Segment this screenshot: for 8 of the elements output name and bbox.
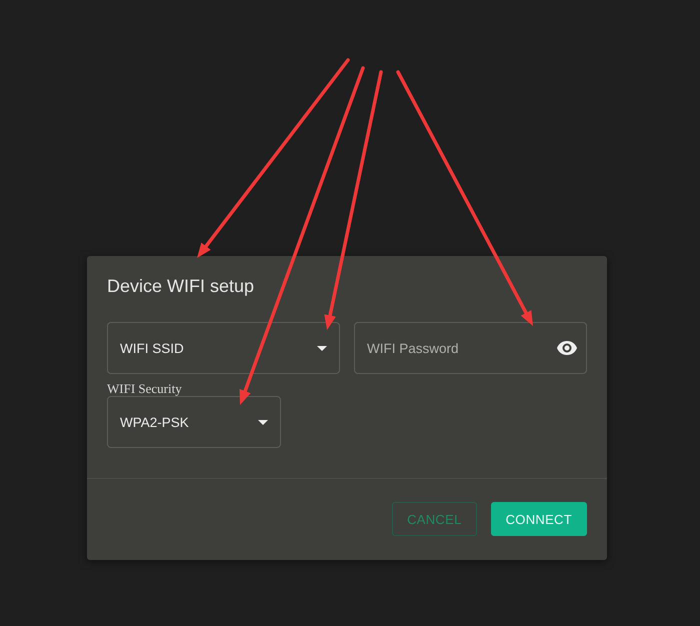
dropdown-caret-icon [258, 420, 268, 424]
eye-icon[interactable] [557, 341, 577, 355]
dialog-title: Device WIFI setup [107, 275, 256, 298]
security-label: WIFI Security [107, 381, 183, 396]
password-field[interactable]: WIFI Password [354, 322, 587, 374]
dropdown-caret-icon [317, 346, 327, 350]
security-select[interactable]: WPA2-PSK [107, 396, 281, 448]
ssid-select[interactable]: WIFI SSID [107, 322, 340, 374]
